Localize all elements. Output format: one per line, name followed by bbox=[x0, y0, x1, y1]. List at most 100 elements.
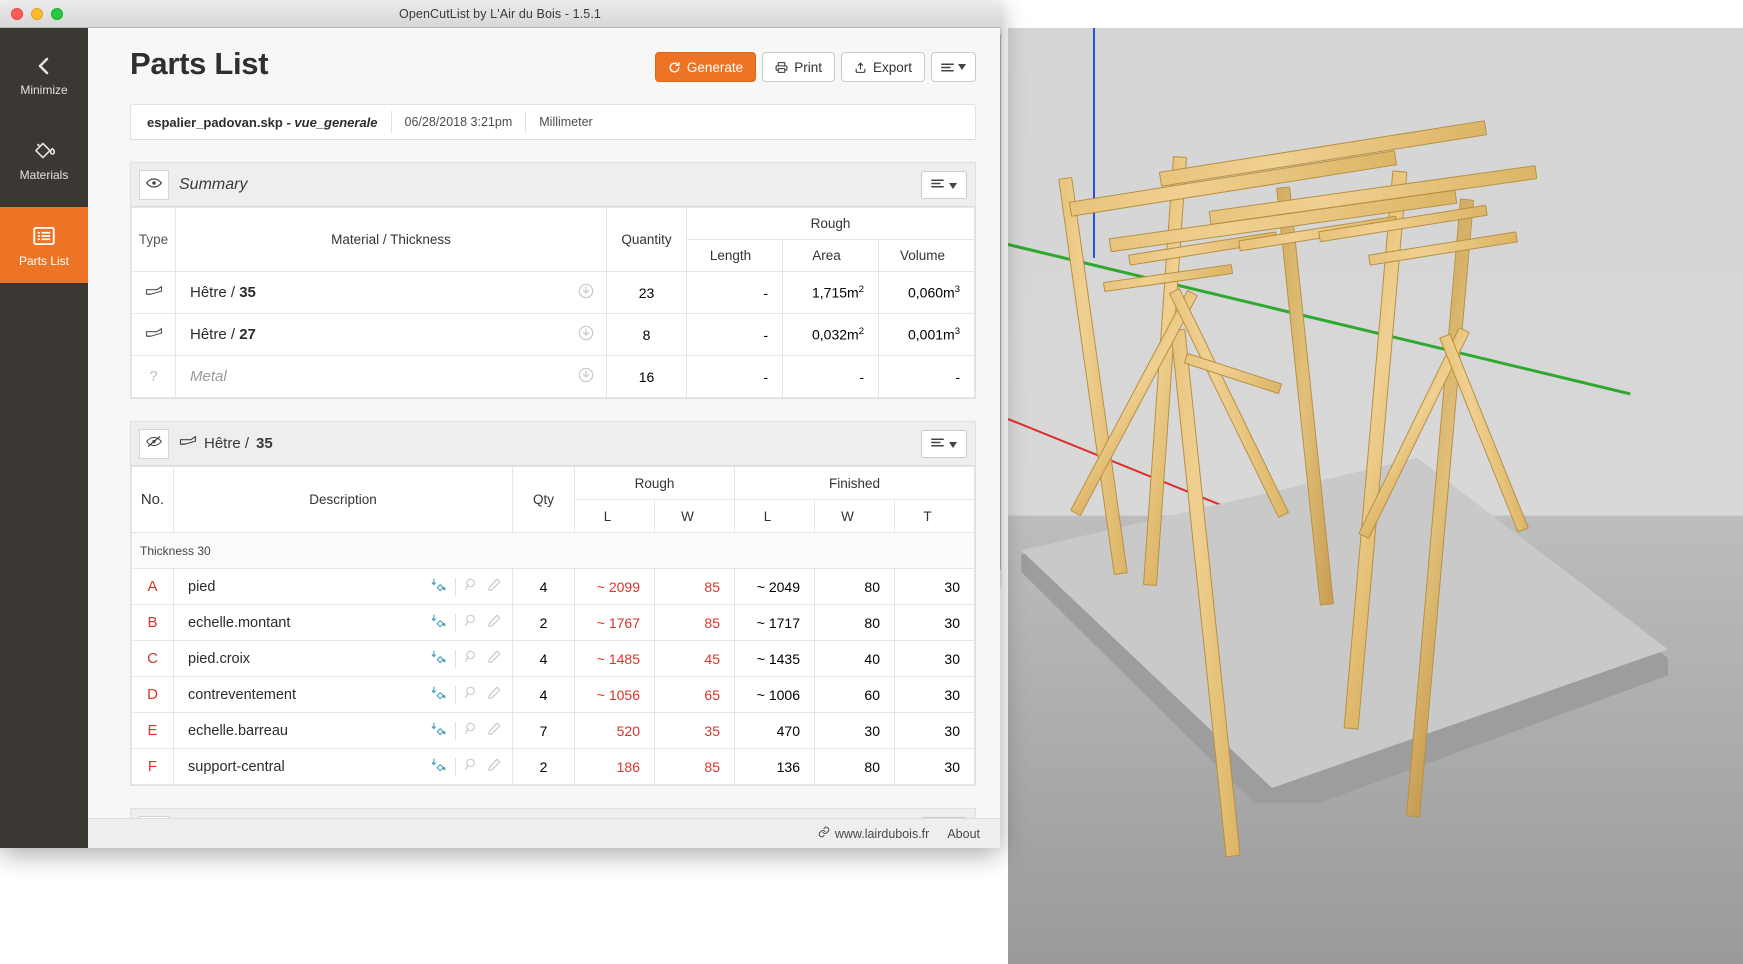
group-menu-button[interactable] bbox=[921, 816, 967, 818]
row-rough-l: ~ 1056 bbox=[574, 676, 655, 713]
material-name: Hêtre / bbox=[190, 326, 240, 343]
magnifier-icon[interactable] bbox=[464, 757, 479, 776]
download-icon[interactable] bbox=[578, 325, 594, 345]
table-row[interactable]: C pied.croix 4 ~ 1485 45 ~ 1435 40 30 bbox=[131, 640, 975, 677]
eye-slash-icon bbox=[146, 435, 162, 453]
magnifier-icon[interactable] bbox=[464, 649, 479, 668]
material-name: Hêtre / bbox=[190, 284, 240, 301]
footer: www.lairdubois.fr About bbox=[88, 818, 1000, 848]
parts-table-body: Thickness 30 A pied 4 ~ 2099 85 ~ 2049 8… bbox=[131, 532, 975, 785]
sketchup-viewport[interactable] bbox=[1008, 28, 1743, 964]
page-title: Parts List bbox=[130, 46, 269, 81]
sidebar-item-materials[interactable]: Materials bbox=[0, 121, 88, 196]
row-finished-l: 470 bbox=[734, 712, 815, 749]
row-qty: 4 bbox=[512, 568, 575, 605]
summary-table: Type Material / Thickness Quantity Rough… bbox=[131, 207, 975, 398]
chevron-down-icon bbox=[958, 64, 966, 70]
group-visibility-toggle[interactable] bbox=[139, 815, 169, 818]
content-area: Parts List Generate Print Export espalie… bbox=[88, 28, 1000, 848]
row-finished-w: 40 bbox=[814, 640, 895, 677]
row-qty: 4 bbox=[512, 640, 575, 677]
table-row[interactable]: Hêtre / 27 8 - 0,032m2 0,001m3 bbox=[131, 313, 975, 356]
file-info-bar: espalier_padovan.skp - vue_generale 06/2… bbox=[130, 104, 976, 140]
group-visibility-toggle[interactable] bbox=[139, 428, 169, 459]
download-icon[interactable] bbox=[578, 367, 594, 387]
row-area-exponent: 2 bbox=[858, 284, 864, 296]
row-description-text: pied.croix bbox=[188, 650, 251, 667]
paint-bucket-down-icon[interactable] bbox=[430, 613, 447, 633]
row-volume: 0,060m3 bbox=[878, 271, 975, 314]
pencil-icon[interactable] bbox=[487, 649, 502, 668]
row-area-exponent: 2 bbox=[858, 326, 864, 338]
row-finished-l: ~ 1006 bbox=[734, 676, 815, 713]
pencil-icon[interactable] bbox=[487, 757, 502, 776]
row-material: Hêtre / 27 bbox=[175, 313, 607, 356]
row-quantity: 23 bbox=[606, 271, 687, 314]
row-length: - bbox=[686, 313, 783, 356]
paint-bucket-down-icon[interactable] bbox=[430, 757, 447, 777]
magnifier-icon[interactable] bbox=[464, 721, 479, 740]
paint-bucket-down-icon[interactable] bbox=[430, 649, 447, 669]
sidebar-item-label: Minimize bbox=[20, 83, 68, 97]
file-name-separator: - bbox=[282, 114, 295, 130]
summary-visibility-toggle[interactable] bbox=[139, 169, 169, 200]
summary-menu-button[interactable] bbox=[921, 170, 967, 199]
table-row[interactable]: E echelle.barreau 7 520 35 470 30 30 bbox=[131, 712, 975, 749]
opencutlist-window: OpenCutList by L'Air du Bois - 1.5.1 Min… bbox=[0, 0, 1000, 848]
summary-menu bbox=[921, 170, 967, 199]
row-area: 0,032m2 bbox=[782, 313, 879, 356]
axis-blue bbox=[1093, 28, 1095, 258]
header-menu-button[interactable] bbox=[931, 52, 976, 82]
pencil-icon[interactable] bbox=[487, 613, 502, 632]
pencil-icon[interactable] bbox=[487, 685, 502, 704]
sidebar-item-minimize[interactable]: Minimize bbox=[0, 36, 88, 110]
row-area-value: 1,715m bbox=[812, 284, 859, 301]
col-finished-w: W bbox=[814, 499, 895, 533]
table-row[interactable]: Hêtre / 35 23 - 1,715m2 0,060m3 bbox=[131, 271, 975, 314]
divider bbox=[455, 649, 456, 668]
file-scene-name: vue_generale bbox=[294, 114, 378, 130]
paint-bucket-down-icon[interactable] bbox=[430, 685, 447, 705]
table-row[interactable]: F support-central 2 186 85 136 80 30 bbox=[131, 748, 975, 785]
row-finished-t: 30 bbox=[894, 712, 975, 749]
row-quantity: 16 bbox=[606, 355, 687, 398]
pencil-icon[interactable] bbox=[487, 577, 502, 596]
pencil-icon[interactable] bbox=[487, 721, 502, 740]
export-button-label: Export bbox=[872, 59, 912, 75]
window-titlebar[interactable]: OpenCutList by L'Air du Bois - 1.5.1 bbox=[0, 0, 1000, 28]
table-row[interactable]: B echelle.montant 2 ~ 1767 85 ~ 1717 80 … bbox=[131, 604, 975, 641]
magnifier-icon[interactable] bbox=[464, 613, 479, 632]
magnifier-icon[interactable] bbox=[464, 577, 479, 596]
about-link-label: About bbox=[947, 826, 980, 841]
about-link[interactable]: About bbox=[947, 827, 980, 841]
print-button[interactable]: Print bbox=[762, 52, 835, 82]
group-menu bbox=[921, 816, 967, 818]
row-description-text: contreventement bbox=[188, 686, 297, 703]
row-no: E bbox=[131, 712, 174, 749]
file-unit: Millimeter bbox=[539, 115, 593, 129]
generate-button[interactable]: Generate bbox=[654, 52, 757, 82]
scroll-area[interactable]: Summary Type Material / Thickness Quanti… bbox=[88, 140, 1000, 818]
download-icon[interactable] bbox=[578, 283, 594, 303]
group-card-hetre-35: Hêtre / 35 No. Description Qty Rough Fin… bbox=[130, 421, 976, 786]
paint-bucket-down-icon[interactable] bbox=[430, 721, 447, 741]
group-menu-button[interactable] bbox=[921, 429, 967, 458]
row-type-icon bbox=[131, 271, 176, 314]
row-quantity: 8 bbox=[606, 313, 687, 356]
group-menu bbox=[921, 429, 967, 458]
magnifier-icon[interactable] bbox=[464, 685, 479, 704]
table-row[interactable]: ? Metal 16 - - - bbox=[131, 355, 975, 398]
col-rough-w: W bbox=[654, 499, 735, 533]
sidebar-item-parts-list[interactable]: Parts List bbox=[0, 207, 88, 283]
divider bbox=[455, 613, 456, 632]
table-row[interactable]: D contreventement 4 ~ 1056 65 ~ 1006 60 … bbox=[131, 676, 975, 713]
website-link[interactable]: www.lairdubois.fr bbox=[818, 826, 929, 841]
export-button[interactable]: Export bbox=[840, 52, 925, 82]
group-title-thickness: 35 bbox=[256, 435, 273, 452]
row-rough-l: ~ 2099 bbox=[574, 568, 655, 605]
row-finished-w: 80 bbox=[814, 604, 895, 641]
row-length: - bbox=[686, 271, 783, 314]
paint-bucket-down-icon[interactable] bbox=[430, 577, 447, 597]
table-row[interactable]: A pied 4 ~ 2099 85 ~ 2049 80 30 bbox=[131, 568, 975, 605]
summary-header-row-1: Type Material / Thickness Quantity Rough bbox=[131, 207, 975, 272]
